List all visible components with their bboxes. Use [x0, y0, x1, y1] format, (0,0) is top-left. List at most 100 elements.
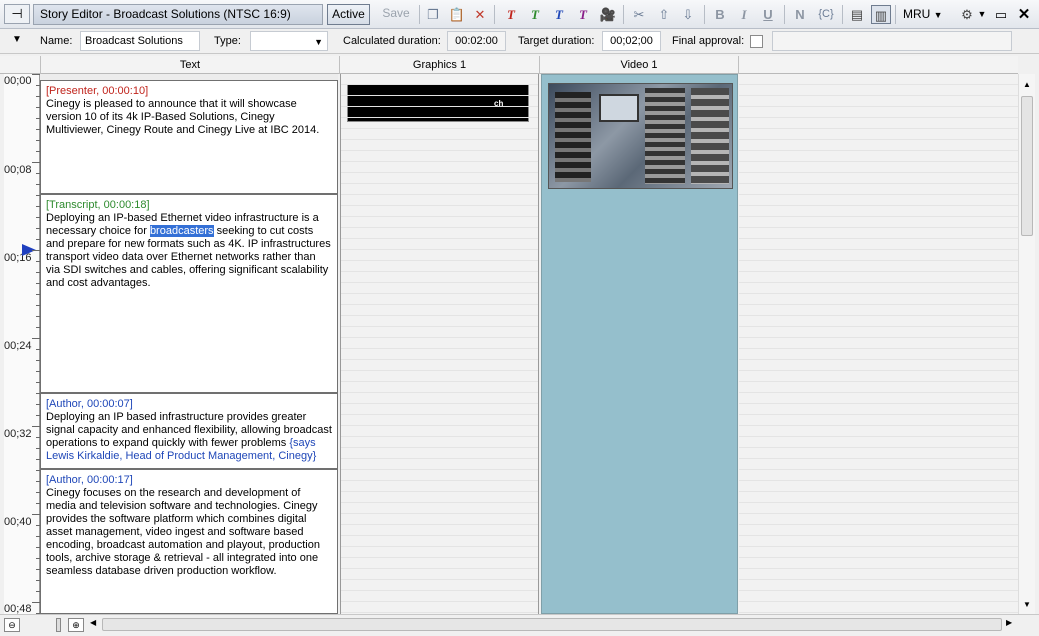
track-gridline [341, 590, 538, 591]
maximize-icon[interactable]: ▭ [991, 5, 1011, 24]
type-dropdown[interactable]: ▼ [250, 31, 328, 51]
story-block-author-1[interactable]: [Author, 00:00:07] Deploying an IP based… [40, 393, 338, 469]
equipment-rack-graphic [645, 88, 685, 184]
block-header: [Author, 00:00:17] [46, 474, 133, 486]
track-gridline [739, 601, 1018, 602]
move-down-icon[interactable]: ⇩ [678, 5, 698, 24]
ruler-tick [32, 74, 40, 75]
brace-comment-icon[interactable]: {C} [814, 5, 838, 24]
paste-icon[interactable]: 📋 [447, 5, 467, 24]
approval-info-field [772, 31, 1012, 51]
active-button[interactable]: Active [327, 4, 370, 25]
track-gridline [341, 161, 538, 162]
horizontal-scrollbar[interactable]: ⊖ ⊕ ◀ ▶ [0, 614, 1039, 636]
video-column-header[interactable]: Video 1 [539, 56, 739, 74]
insert-transcript-icon[interactable]: T [525, 5, 545, 24]
track-gridline [341, 227, 538, 228]
track-gridline [341, 579, 538, 580]
track-gridline [341, 612, 538, 613]
timecode-0: 00;00 [4, 75, 32, 87]
close-icon[interactable]: ✕ [1014, 5, 1034, 24]
story-block-presenter[interactable]: [Presenter, 00:00:10] Cinegy is pleased … [40, 80, 338, 194]
block-header: [Transcript, 00:00:18] [46, 199, 150, 211]
track-gridline [739, 150, 1018, 151]
track-gridline [739, 359, 1018, 360]
track-gridline [739, 513, 1018, 514]
insert-author-icon[interactable]: T [549, 5, 569, 24]
text-column-header[interactable]: Text [40, 56, 339, 74]
graphics-column-header[interactable]: Graphics 1 [339, 56, 539, 74]
track-gridline [739, 458, 1018, 459]
story-block-author-2[interactable]: [Author, 00:00:17] Cinegy focuses on the… [40, 469, 338, 614]
calculated-duration-label: Calculated duration: [343, 35, 441, 47]
ruler-tick [32, 602, 40, 603]
collapse-toggle-icon[interactable]: ▼ [12, 34, 22, 45]
insert-note-icon[interactable]: T [573, 5, 593, 24]
italic-icon[interactable]: I [734, 5, 754, 24]
track-gridline [341, 480, 538, 481]
track-gridline [341, 238, 538, 239]
zoom-out-icon[interactable]: ⊖ [4, 618, 20, 632]
scroll-up-icon[interactable]: ▲ [1023, 80, 1031, 89]
name-field[interactable]: Broadcast Solutions [80, 31, 200, 51]
bold-icon[interactable]: B [710, 5, 730, 24]
track-gridline [341, 84, 538, 85]
underline-icon[interactable]: U [758, 5, 778, 24]
insert-presenter-icon[interactable]: T [501, 5, 521, 24]
layout-list-icon[interactable]: ▤ [847, 5, 867, 24]
settings-icon[interactable]: ⚙ [957, 5, 977, 24]
selected-text[interactable]: broadcasters [149, 225, 214, 237]
track-gridline [341, 172, 538, 173]
track-gridline [739, 326, 1018, 327]
track-gridline [341, 282, 538, 283]
vertical-scrollbar[interactable]: ▲ ▼ [1018, 74, 1035, 614]
zoom-slider[interactable] [56, 618, 61, 632]
target-duration-field[interactable]: 00;02;00 [602, 31, 661, 51]
calculated-duration-value: 00:02:00 [447, 31, 506, 51]
copy-icon[interactable]: ❐ [423, 5, 443, 24]
track-gridline [739, 304, 1018, 305]
settings-dropdown-icon[interactable]: ▼ [977, 5, 987, 24]
track-gridline [341, 315, 538, 316]
zoom-in-icon[interactable]: ⊕ [68, 618, 84, 632]
track-gridline [739, 128, 1018, 129]
track-gridline [341, 601, 538, 602]
layout-columns-icon[interactable]: ▥ [871, 5, 891, 24]
mru-dropdown[interactable]: MRU ▼ [899, 4, 951, 25]
scroll-left-icon[interactable]: ◀ [90, 618, 96, 627]
track-gridline [739, 271, 1018, 272]
move-up-icon[interactable]: ⇧ [654, 5, 674, 24]
track-gridline [739, 95, 1018, 96]
save-button[interactable]: Save [376, 4, 416, 25]
track-gridline [341, 370, 538, 371]
camera-icon[interactable]: 🎥 [598, 5, 618, 24]
main-toolbar: ⊣ Story Editor - Broadcast Solutions (NT… [0, 0, 1039, 29]
track-gridline [341, 535, 538, 536]
track-gridline [341, 414, 538, 415]
track-gridline [739, 315, 1018, 316]
track-gridline [341, 260, 538, 261]
horizontal-scroll-thumb[interactable] [102, 618, 1002, 631]
story-block-transcript[interactable]: [Transcript, 00:00:18] Deploying an IP-b… [40, 194, 338, 393]
track-gridline [341, 359, 538, 360]
block-text: Deploying an IP based infrastructure pro… [46, 411, 332, 463]
track-gridline [739, 612, 1018, 613]
delete-icon[interactable]: ✕ [470, 5, 490, 24]
monitor-graphic [599, 94, 639, 122]
track-gridline [341, 568, 538, 569]
normal-text-icon[interactable]: N [790, 5, 810, 24]
final-approval-checkbox[interactable] [750, 35, 763, 48]
timecode-3: 00;24 [4, 340, 32, 352]
scroll-down-icon[interactable]: ▼ [1023, 600, 1031, 609]
cut-icon[interactable]: ✂ [629, 5, 649, 24]
pin-icon[interactable]: ⊣ [4, 4, 30, 24]
track-gridline [739, 436, 1018, 437]
track-gridline [341, 436, 538, 437]
vertical-scroll-thumb[interactable] [1021, 96, 1033, 236]
ruler-tick [32, 426, 40, 427]
scroll-right-icon[interactable]: ▶ [1006, 618, 1012, 627]
track-gridline [341, 403, 538, 404]
track-gridline [739, 139, 1018, 140]
track-gridline [341, 458, 538, 459]
video-clip-thumbnail[interactable] [548, 83, 733, 189]
